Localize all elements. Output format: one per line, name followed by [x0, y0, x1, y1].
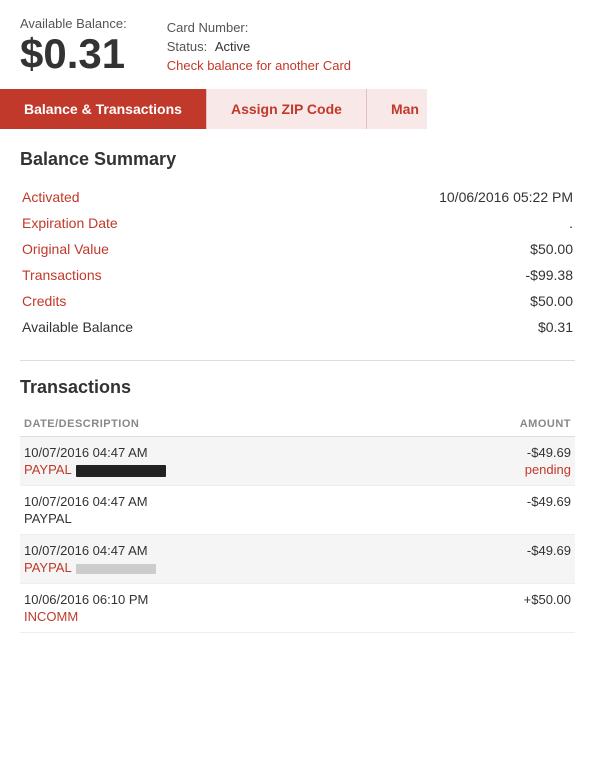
balance-amount: $0.31 — [20, 31, 127, 77]
tx-date: 10/07/2016 04:47 AM — [24, 494, 148, 509]
transactions-list: 10/07/2016 04:47 AMPAYPAL-$49.69pending1… — [20, 437, 575, 633]
balance-row-value: $0.31 — [325, 314, 575, 340]
tx-description[interactable]: PAYPAL — [24, 462, 166, 477]
card-info: Card Number: Status: Active Check balanc… — [167, 16, 351, 73]
tx-date: 10/07/2016 04:47 AM — [24, 445, 166, 460]
transaction-row: 10/07/2016 04:47 AM PAYPAL -$49.69 — [20, 486, 575, 535]
tab-manage[interactable]: Man — [366, 89, 427, 129]
balance-left: Available Balance: $0.31 — [20, 16, 127, 77]
balance-row: Credits$50.00 — [20, 288, 575, 314]
balance-row: Expiration Date. — [20, 210, 575, 236]
tx-description[interactable]: PAYPAL — [24, 560, 156, 575]
tab-assign-zip[interactable]: Assign ZIP Code — [206, 89, 366, 129]
balance-row-label: Credits — [20, 288, 325, 314]
transactions-title: Transactions — [20, 377, 575, 398]
balance-row-value: $50.00 — [325, 288, 575, 314]
balance-row-label: Available Balance — [20, 314, 325, 340]
card-number-label: Card Number: — [167, 20, 351, 35]
tx-right: -$49.69 — [527, 543, 571, 558]
tx-date: 10/06/2016 06:10 PM — [24, 592, 148, 607]
transaction-row: 10/06/2016 06:10 PM INCOMM +$50.00 — [20, 584, 575, 633]
col-date-label: DATE/DESCRIPTION — [24, 418, 139, 430]
balance-row-label: Activated — [20, 184, 325, 210]
col-amount-label: AMOUNT — [520, 418, 571, 430]
balance-row: Available Balance$0.31 — [20, 314, 575, 340]
main-content: Balance Summary Activated10/06/2016 05:2… — [0, 129, 595, 653]
balance-row: Original Value$50.00 — [20, 236, 575, 262]
tx-right: -$49.69 — [527, 494, 571, 509]
tx-left: 10/07/2016 04:47 AM PAYPAL — [24, 543, 156, 575]
transactions-header: DATE/DESCRIPTION AMOUNT — [20, 412, 575, 437]
balance-row-value: 10/06/2016 05:22 PM — [325, 184, 575, 210]
tx-description[interactable]: INCOMM — [24, 609, 148, 624]
balance-row: Activated10/06/2016 05:22 PM — [20, 184, 575, 210]
redacted-bar — [76, 465, 166, 477]
tx-left: 10/07/2016 04:47 AM PAYPAL — [24, 445, 166, 477]
tx-date: 10/07/2016 04:47 AM — [24, 543, 156, 558]
status-line: Status: Active — [167, 39, 351, 54]
tx-left: 10/06/2016 06:10 PM INCOMM — [24, 592, 148, 624]
tabs-bar: Balance & Transactions Assign ZIP Code M… — [0, 89, 595, 129]
tx-amount: -$49.69 — [527, 445, 571, 460]
balance-row-label: Original Value — [20, 236, 325, 262]
balance-summary-table: Activated10/06/2016 05:22 PMExpiration D… — [20, 184, 575, 340]
tx-amount: -$49.69 — [527, 543, 571, 558]
tx-description: PAYPAL — [24, 511, 148, 526]
tx-status: pending — [525, 462, 571, 477]
balance-row-label: Transactions — [20, 262, 325, 288]
transaction-row: 10/07/2016 04:47 AM PAYPAL -$49.69 pending — [20, 437, 575, 486]
transaction-row: 10/07/2016 04:47 AM PAYPAL -$49.69 — [20, 535, 575, 584]
status-label: Status: — [167, 39, 207, 54]
balance-summary-title: Balance Summary — [20, 149, 575, 170]
check-balance-link[interactable]: Check balance for another Card — [167, 58, 351, 73]
redacted-bar — [76, 564, 156, 574]
tx-left: 10/07/2016 04:47 AM PAYPAL — [24, 494, 148, 526]
section-divider — [20, 360, 575, 361]
tx-right: +$50.00 — [524, 592, 571, 607]
status-value: Active — [215, 39, 250, 54]
balance-row-value: $50.00 — [325, 236, 575, 262]
available-balance-label: Available Balance: — [20, 16, 127, 31]
header-section: Available Balance: $0.31 Card Number: St… — [0, 0, 595, 89]
tx-right: -$49.69 pending — [525, 445, 571, 477]
tx-amount: +$50.00 — [524, 592, 571, 607]
tx-amount: -$49.69 — [527, 494, 571, 509]
balance-row-value: . — [325, 210, 575, 236]
balance-row-value: -$99.38 — [325, 262, 575, 288]
balance-row: Transactions-$99.38 — [20, 262, 575, 288]
tab-balance-transactions[interactable]: Balance & Transactions — [0, 89, 206, 129]
balance-row-label: Expiration Date — [20, 210, 325, 236]
